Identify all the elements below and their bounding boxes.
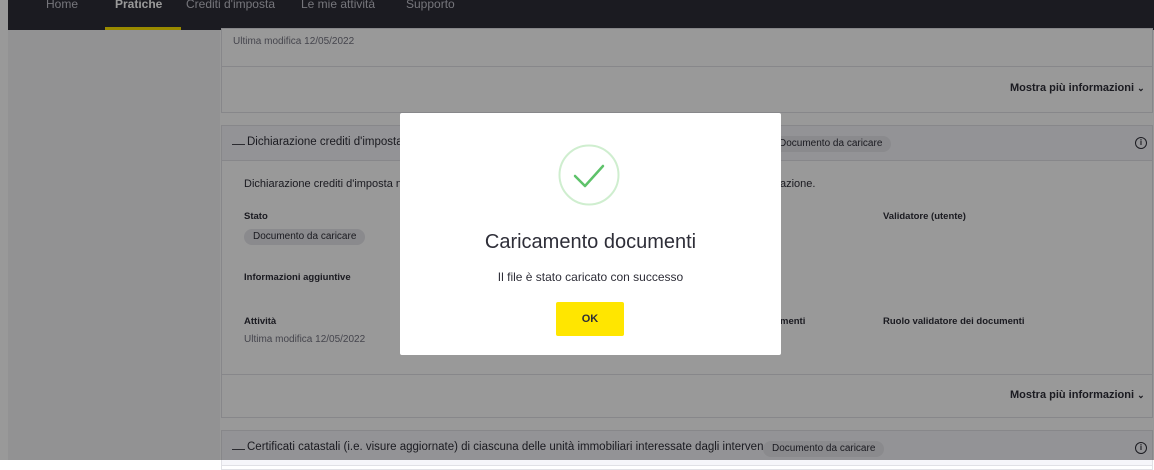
- upload-success-modal: Caricamento documenti Il file è stato ca…: [400, 113, 781, 355]
- modal-message: Il file è stato caricato con successo: [497, 270, 684, 284]
- modal-title: Caricamento documenti: [484, 231, 697, 253]
- ok-button[interactable]: OK: [556, 302, 624, 336]
- check-icon: [558, 144, 620, 206]
